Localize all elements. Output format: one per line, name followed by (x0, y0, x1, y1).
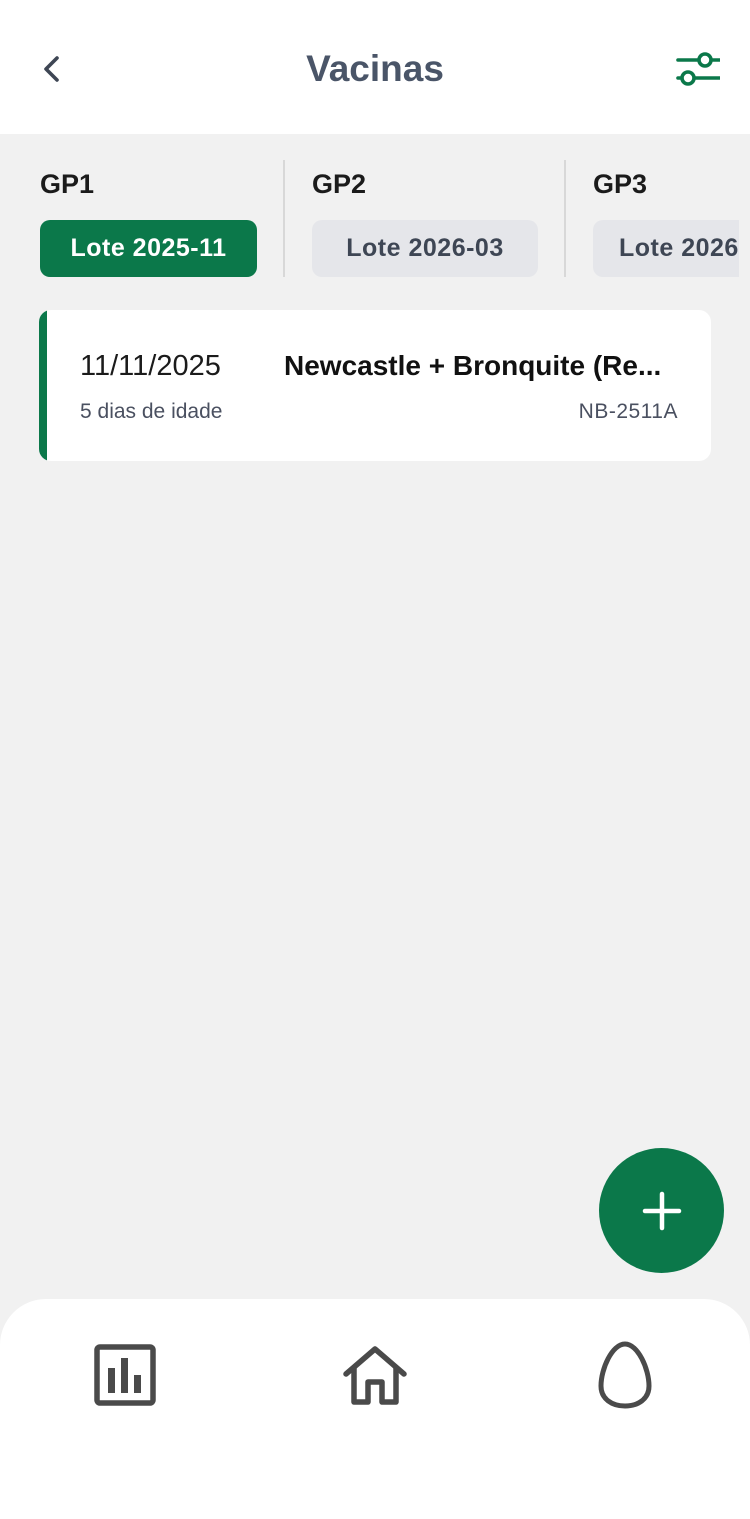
lot-chip-gp2[interactable]: Lote 2026-03 (312, 220, 538, 277)
vaccine-card[interactable]: 11/11/2025 Newcastle + Bronquite (Re... … (39, 310, 711, 461)
vaccine-date: 11/11/2025 (80, 350, 221, 382)
add-vaccine-button[interactable] (599, 1148, 724, 1273)
vaccine-name: Newcastle + Bronquite (Re... (284, 350, 662, 381)
filter-button[interactable] (670, 44, 726, 94)
group-gp1: GP1 Lote 2025-11 (40, 134, 270, 294)
egg-icon (598, 1341, 652, 1409)
group-divider (564, 160, 566, 277)
group-divider (283, 160, 285, 277)
home-icon (343, 1346, 407, 1405)
group-name: GP2 (312, 169, 367, 199)
group-gp2: GP2 Lote 2026-03 (312, 134, 552, 294)
page-title: Vacinas (306, 48, 444, 89)
nav-home[interactable] (330, 1335, 420, 1415)
card-accent-bar (39, 310, 47, 461)
nav-production[interactable] (580, 1335, 670, 1415)
group-name: GP1 (40, 169, 95, 199)
lot-chip-gp3[interactable]: Lote 2026 (593, 220, 739, 277)
lot-chip-gp1[interactable]: Lote 2025-11 (40, 220, 257, 277)
nav-reports[interactable] (80, 1335, 170, 1415)
app-header: Vacinas (0, 0, 750, 134)
bottom-navigation (0, 1299, 750, 1519)
vaccine-code: NB-2511A (578, 400, 678, 423)
sliders-icon (676, 52, 720, 86)
bar-chart-icon (94, 1344, 156, 1406)
group-gp3: GP3 Lote 2026 (593, 134, 739, 294)
group-name: GP3 (593, 169, 648, 199)
plus-icon (642, 1191, 681, 1230)
group-selector: GP1 Lote 2025-11 GP2 Lote 2026-03 GP3 Lo… (0, 134, 750, 294)
vaccine-age: 5 dias de idade (80, 400, 223, 423)
